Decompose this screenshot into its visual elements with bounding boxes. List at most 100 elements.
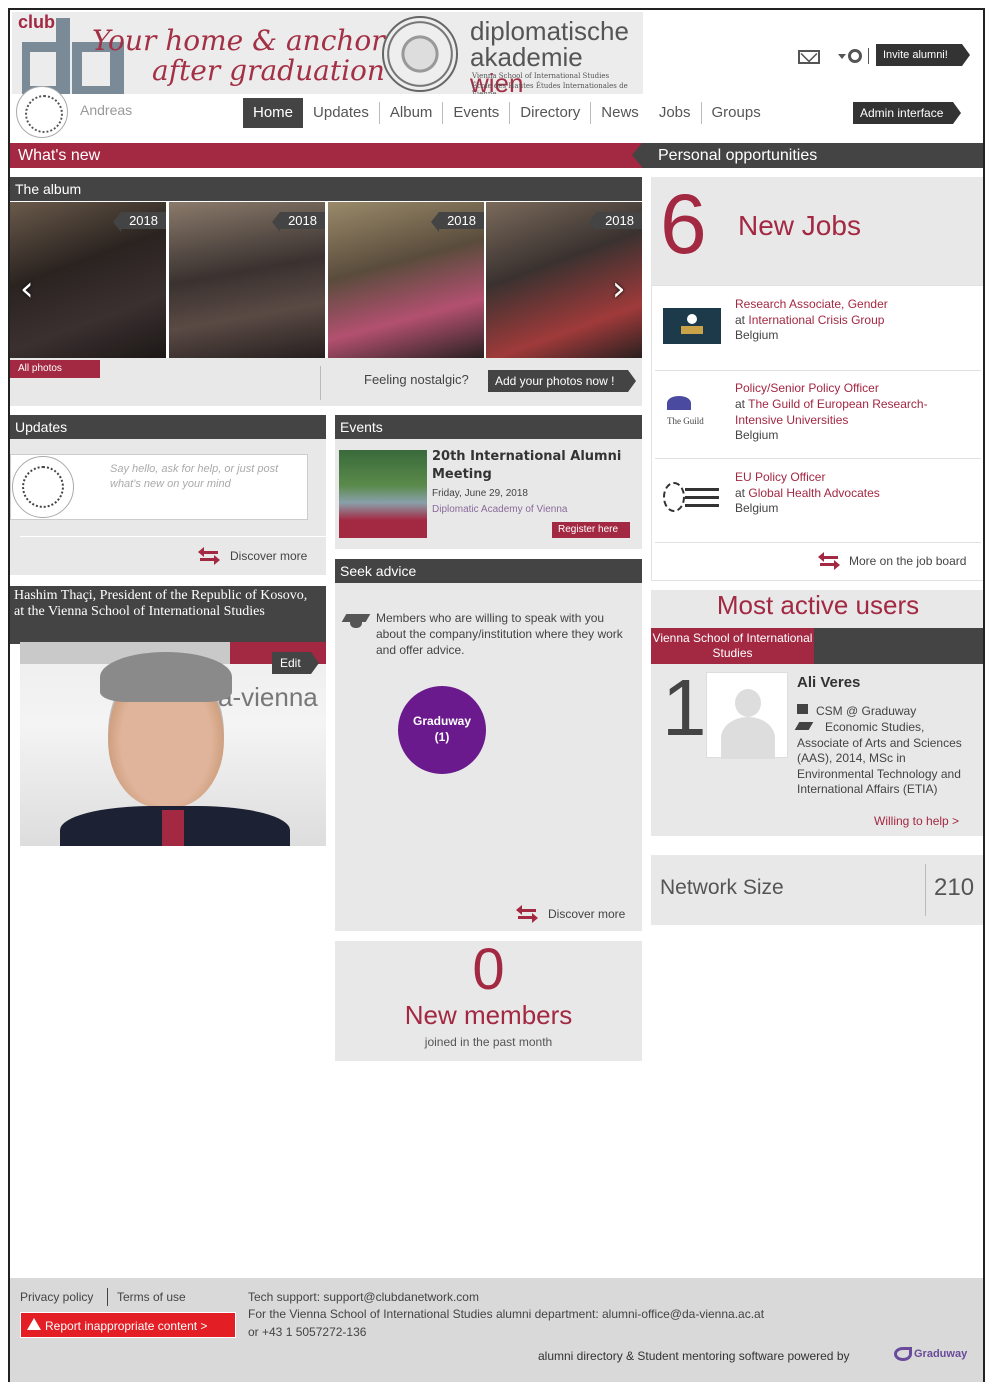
photo-year: 2018 <box>272 212 325 232</box>
avatar <box>12 456 74 518</box>
global-health-advocates-logo <box>663 480 721 516</box>
privacy-policy-link[interactable]: Privacy policy <box>20 1290 93 1304</box>
user-name[interactable]: Ali Veres <box>797 674 860 691</box>
notification-icon[interactable] <box>848 49 862 63</box>
feeling-nostalgic: Feeling nostalgic? <box>364 372 469 387</box>
job-location: Belgium <box>735 501 779 515</box>
school-subtitle-1: Vienna School of International Studies <box>472 72 610 80</box>
job-org[interactable]: Global Health Advocates <box>748 486 879 500</box>
photo-year: 2018 <box>589 212 642 232</box>
job-title[interactable]: Research Associate, Gender <box>735 296 888 312</box>
updates-discover-more[interactable]: Discover more <box>230 548 307 564</box>
news-card-title[interactable]: Hashim Thaçi, President of the Republic … <box>14 588 320 620</box>
admin-interface-button[interactable]: Admin interface <box>853 102 962 124</box>
phone-contact: or +43 1 5057272-136 <box>248 1325 367 1339</box>
nav-home[interactable]: Home <box>243 98 304 128</box>
whats-new-bar: What's new <box>10 143 652 168</box>
at-text: at <box>735 313 746 327</box>
swap-arrows-icon <box>198 547 220 565</box>
album-title: The album <box>10 177 642 201</box>
divider <box>655 458 981 459</box>
job-org[interactable]: The Guild of European Research-Intensive… <box>735 397 928 427</box>
swap-arrows-icon <box>818 552 840 570</box>
jobs-label[interactable]: New Jobs <box>738 210 861 242</box>
crisis-group-logo <box>663 308 721 344</box>
chevron-down-icon[interactable] <box>838 54 846 59</box>
page-frame: club Your home & anchor after graduation… <box>8 8 985 1382</box>
divider <box>925 864 926 916</box>
job-title[interactable]: Policy/Senior Policy Officer <box>735 380 879 396</box>
briefcase-icon <box>797 704 808 714</box>
active-users-title: Most active users <box>716 590 920 620</box>
nav-groups[interactable]: Groups <box>702 102 771 124</box>
tagline-line1: Your home & anchor <box>92 24 385 57</box>
event-title[interactable]: 20th International Alumni Meeting <box>432 448 632 484</box>
header-banner: club Your home & anchor after graduation… <box>12 12 643 94</box>
job-org[interactable]: International Crisis Group <box>748 313 884 327</box>
photo-year: 2018 <box>431 212 484 232</box>
job-location: Belgium <box>735 428 779 442</box>
school-subtitle-2: École des Hautes Études Internationales … <box>472 82 628 94</box>
alumni-dept-contact[interactable]: For the Vienna School of International S… <box>248 1307 764 1321</box>
album-photo-2[interactable]: 2018 <box>169 202 325 358</box>
the-guild-logo: The Guild <box>663 394 721 430</box>
nav-directory[interactable]: Directory <box>510 102 592 124</box>
seek-advice-title: Seek advice <box>335 559 642 583</box>
bubble-name: Graduway <box>412 714 472 728</box>
photo-year: 2018 <box>113 212 166 232</box>
academy-seal-icon <box>382 16 458 92</box>
avatar[interactable] <box>16 86 68 138</box>
nav-jobs[interactable]: Jobs <box>649 102 702 124</box>
network-size-label: Network Size <box>660 876 784 899</box>
divider <box>320 366 321 400</box>
group-tab[interactable]: Vienna School of International Studies <box>651 628 814 664</box>
event-image[interactable] <box>339 450 427 538</box>
chevron-right-icon[interactable]: › <box>612 272 626 306</box>
divider <box>655 542 981 543</box>
swap-arrows-icon <box>516 905 538 923</box>
graduation-cap-icon <box>341 614 371 628</box>
user-education: Economic Studies, Associate of Arts and … <box>797 720 962 797</box>
job-company: at International Crisis Group <box>735 312 975 328</box>
bubble-count: (1) <box>434 730 450 744</box>
updates-title: Updates <box>10 415 326 439</box>
seek-discover-more[interactable]: Discover more <box>548 906 625 922</box>
event-org: Diplomatic Academy of Vienna <box>432 504 568 515</box>
nav-events[interactable]: Events <box>443 102 511 124</box>
report-label: Report inappropriate content > <box>45 1319 208 1333</box>
add-photos-button[interactable]: Add your photos now ! <box>488 370 637 392</box>
divider <box>20 536 326 537</box>
nav-news[interactable]: News <box>591 102 649 124</box>
job-company: at The Guild of European Research-Intens… <box>735 396 967 428</box>
divider <box>655 370 981 371</box>
personal-opportunities-bar: Personal opportunities <box>632 143 983 168</box>
new-members-label: New members <box>404 1000 573 1030</box>
job-company: at Global Health Advocates <box>735 485 975 501</box>
powered-by-text: alumni directory & Student mentoring sof… <box>538 1349 850 1363</box>
terms-link[interactable]: Terms of use <box>117 1290 186 1304</box>
report-button[interactable]: Report inappropriate content > <box>20 1312 236 1338</box>
at-text: at <box>735 397 746 411</box>
warning-icon <box>27 1318 41 1330</box>
graduway-brand[interactable]: Graduway <box>914 1348 967 1360</box>
invite-alumni-button[interactable]: Invite alumni! <box>876 44 970 66</box>
post-input-placeholder[interactable]: Say hello, ask for help, or just post wh… <box>110 462 306 492</box>
chevron-left-icon[interactable]: ‹ <box>20 272 34 306</box>
album-photo-3[interactable]: 2018 <box>328 202 484 358</box>
mail-icon[interactable] <box>798 50 820 64</box>
tech-support[interactable]: Tech support: support@clubdanetwork.com <box>248 1290 479 1304</box>
photo-caption-text: a-vienna <box>218 682 318 712</box>
willing-to-help-link[interactable]: Willing to help > <box>874 814 959 828</box>
all-photos-link[interactable]: All photos <box>10 360 100 378</box>
seek-advice-text: Members who are willing to speak with yo… <box>376 611 623 657</box>
nav-album[interactable]: Album <box>380 102 444 124</box>
register-button[interactable]: Register here <box>552 522 631 538</box>
edit-button[interactable]: Edit <box>272 652 319 674</box>
tagline-line2: after graduation <box>152 54 385 87</box>
username[interactable]: Andreas <box>80 102 132 118</box>
nav-updates[interactable]: Updates <box>303 102 380 124</box>
graduway-logo-icon <box>894 1347 912 1361</box>
job-title[interactable]: EU Policy Officer <box>735 469 825 485</box>
job-board-link[interactable]: More on the job board <box>849 553 966 569</box>
user-avatar[interactable] <box>706 672 788 759</box>
